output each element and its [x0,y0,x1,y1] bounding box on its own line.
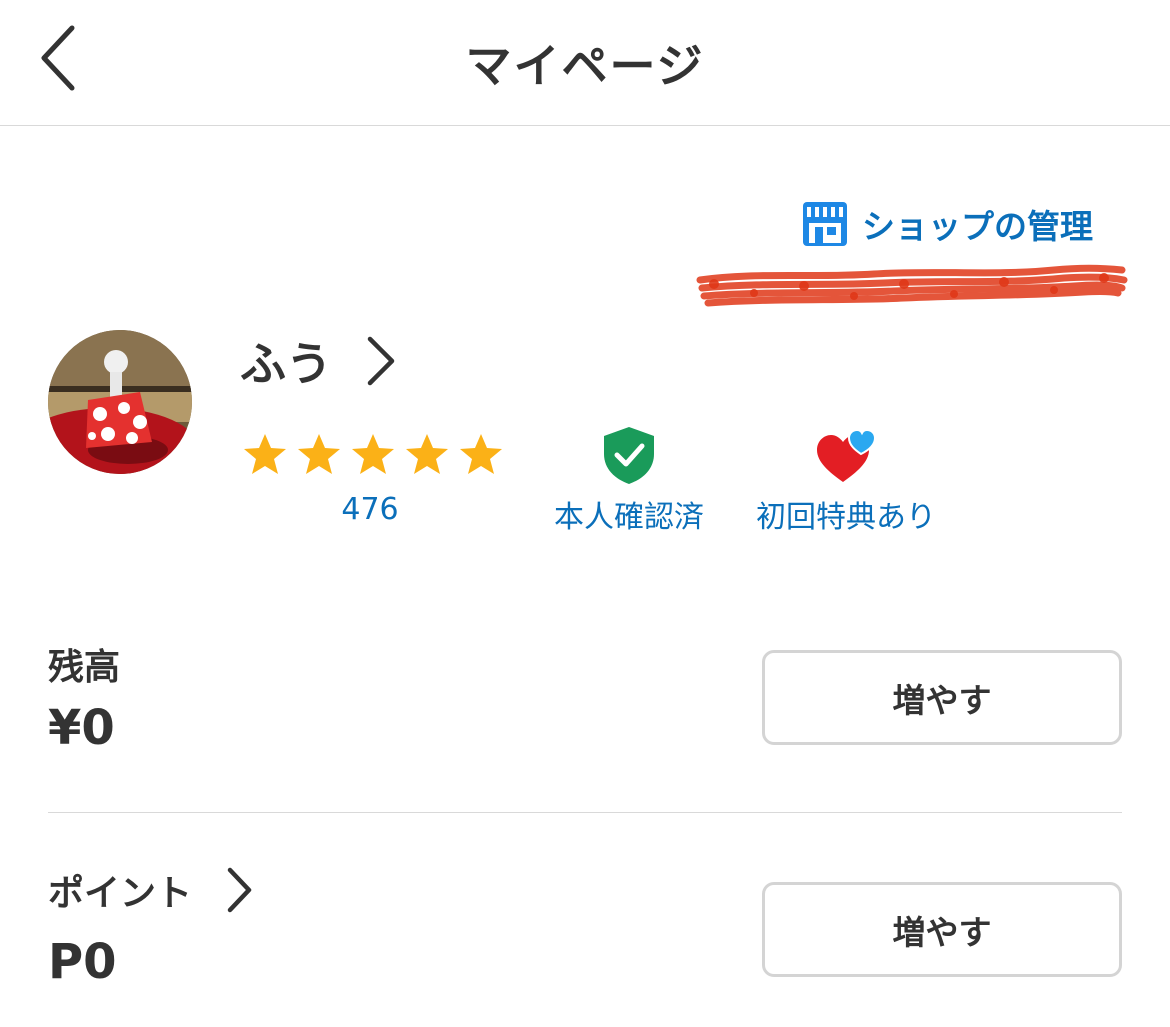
chevron-right-icon [367,336,395,386]
redaction-scribble [696,264,1128,307]
points-link[interactable]: ポイント [48,862,254,918]
chevron-right-icon [227,867,252,913]
identity-verified-label: 本人確認済 [554,500,704,535]
star-icon [298,434,340,474]
rating-stars[interactable] [242,432,512,478]
page-title: マイページ [465,39,705,93]
identity-verified-badge[interactable]: 本人確認済 [548,424,710,536]
hearts-icon [817,428,877,482]
star-icon [352,434,394,474]
avatar-image [48,330,192,474]
header-bar: マイページ [0,0,1170,126]
user-profile-link[interactable]: ふう [240,326,398,396]
first-time-bonus-badge[interactable]: 初回特典あり [752,424,940,536]
star-icon [406,434,448,474]
user-name: ふう [240,337,332,391]
points-label: ポイント [48,873,193,914]
balance-value: ¥0 [48,700,115,756]
first-time-bonus-label: 初回特典あり [756,500,936,535]
avatar[interactable] [48,330,192,474]
shop-management-label: ショップの管理 [862,207,1093,246]
balance-label: 残高 [48,647,121,688]
rating-count[interactable]: 476 [300,492,440,527]
points-value: P0 [48,934,117,990]
divider [48,812,1122,813]
shield-check-icon [604,427,654,484]
increase-points-button[interactable]: 増やす [762,882,1122,977]
increase-balance-button[interactable]: 増やす [762,650,1122,745]
star-icon [244,434,286,474]
storefront-icon [803,202,847,246]
star-icon [460,434,502,474]
shop-management-link[interactable]: ショップの管理 [800,196,1093,252]
